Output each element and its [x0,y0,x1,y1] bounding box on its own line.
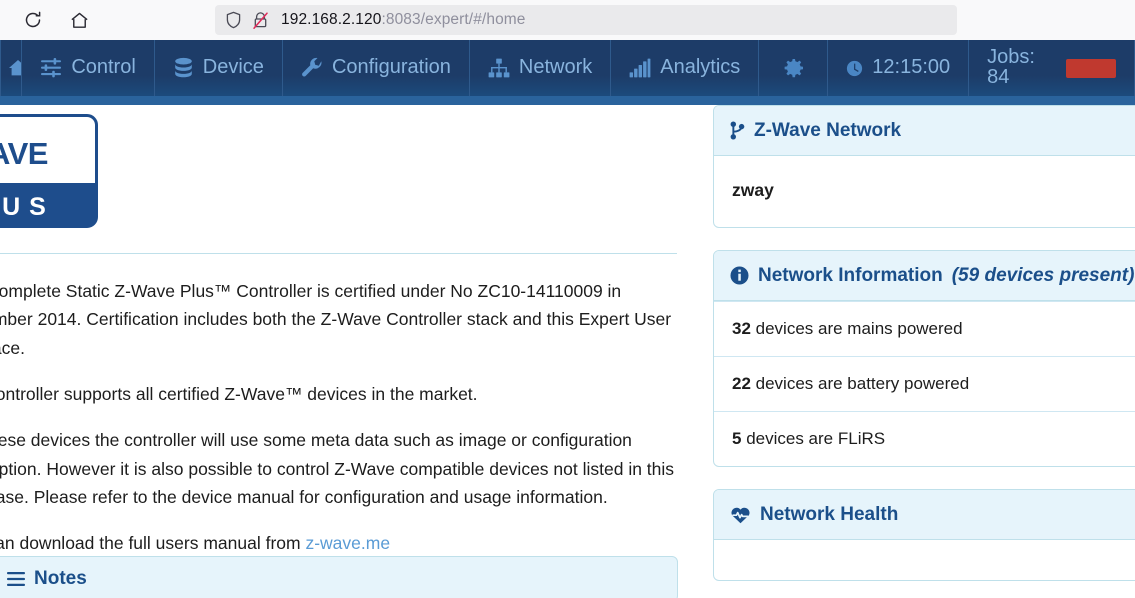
tracking-protection-shield-icon[interactable] [225,11,242,29]
sliders-icon [40,57,62,79]
network-health-title: Network Health [760,503,899,525]
zwave-network-card: Z-Wave Network zway [713,105,1135,228]
jobs-status-badge [1066,58,1116,78]
zwave-plus-logo: Z WAVE PLUS [0,114,98,228]
home-button[interactable] [62,3,96,37]
network-info-row-flirs: 5 devices are FLiRS [714,411,1135,466]
nav-item-device[interactable]: Device [155,40,283,96]
zwave-network-title: Z-Wave Network [754,119,902,141]
url-path: :8083/expert/#/home [381,11,526,28]
list-icon [7,571,25,587]
battery-count: 22 [732,374,751,393]
nav-item-clipped-left[interactable] [0,40,23,96]
sidebar-column: Z-Wave Network zway Network Information … [713,105,1135,598]
flirs-text: devices are FLiRS [741,429,886,448]
clock-label: 12:15:00 [872,56,951,78]
network-info-row-mains: 32 devices are mains powered [714,301,1135,356]
page-content: Z WAVE PLUS This complete Static Z-Wave … [0,105,1135,598]
network-information-device-count: (59 devices present) [951,264,1135,286]
url-text: 192.168.2.120:8083/expert/#/home [281,11,526,29]
z-wave-me-link[interactable]: z-wave.me [305,533,390,553]
mains-count: 32 [732,319,751,338]
nav-item-network-label: Network [518,56,593,78]
content-divider [0,253,677,254]
code-branch-icon [730,121,745,140]
intro-paragraph-3: For these devices the controller will us… [0,430,675,508]
network-health-header: Network Health [714,490,1135,540]
nav-item-device-label: Device [202,56,264,78]
bar-chart-icon [629,58,651,78]
nav-item-settings[interactable] [759,40,829,96]
mains-text: devices are mains powered [750,319,963,338]
heartbeat-icon [730,506,751,524]
network-health-body [714,540,1135,580]
network-information-card: Network Information (59 devices present)… [713,250,1135,467]
zwave-network-header: Z-Wave Network [714,106,1135,156]
wrench-icon [301,57,323,79]
nav-item-jobs[interactable]: Jobs: 84 [969,40,1135,96]
network-info-row-battery: 22 devices are battery powered [714,356,1135,411]
notes-panel: Notes [0,556,678,598]
network-health-card: Network Health [713,489,1135,581]
manual-prefix: You can download the full users manual f… [0,533,301,554]
info-circle-icon [730,266,749,285]
intro-paragraph-1: This complete Static Z-Wave Plus™ Contro… [0,281,672,358]
network-information-title: Network Information [758,264,943,286]
database-icon [173,57,194,79]
reload-button[interactable] [16,3,50,37]
zwave-network-name: zway [732,180,774,200]
intro-text: This complete Static Z-Wave Plus™ Contro… [0,277,678,558]
clock-icon [846,60,863,77]
zwave-wordmark: WAVE [0,136,49,171]
notes-panel-header: Notes [0,557,677,598]
zwave-plus-label: PLUS [0,192,55,221]
intro-paragraph-2: The controller supports all certified Z-… [0,384,478,405]
main-content-column: Z WAVE PLUS This complete Static Z-Wave … [0,105,678,598]
nav-item-analytics[interactable]: Analytics [611,40,760,96]
jobs-label: Jobs: 84 [987,46,1035,88]
url-host: 192.168.2.120 [281,11,382,28]
nav-item-control[interactable]: Control [22,40,155,96]
nav-item-analytics-label: Analytics [660,56,741,78]
nav-item-control-label: Control [71,56,136,78]
nav-item-configuration-label: Configuration [331,56,451,78]
manual-paragraph: You can download the full users manual f… [0,529,678,557]
nav-item-clock[interactable]: 12:15:00 [828,40,970,96]
home-nav-icon [9,59,22,77]
battery-text: devices are battery powered [750,374,970,393]
browser-toolbar: 192.168.2.120:8083/expert/#/home [0,0,1135,40]
nav-item-network[interactable]: Network [470,40,612,96]
gear-icon [781,56,805,80]
sitemap-icon [488,58,510,78]
network-information-header: Network Information (59 devices present) [714,251,1135,301]
nav-item-configuration[interactable]: Configuration [283,40,470,96]
url-bar[interactable]: 192.168.2.120:8083/expert/#/home [215,5,957,35]
notes-title: Notes [34,568,87,589]
reload-icon [23,10,43,30]
home-icon [69,10,90,31]
app-navbar: Control Device Configuration Network Ana… [0,40,1135,105]
insecure-connection-lock-icon[interactable] [252,11,269,30]
